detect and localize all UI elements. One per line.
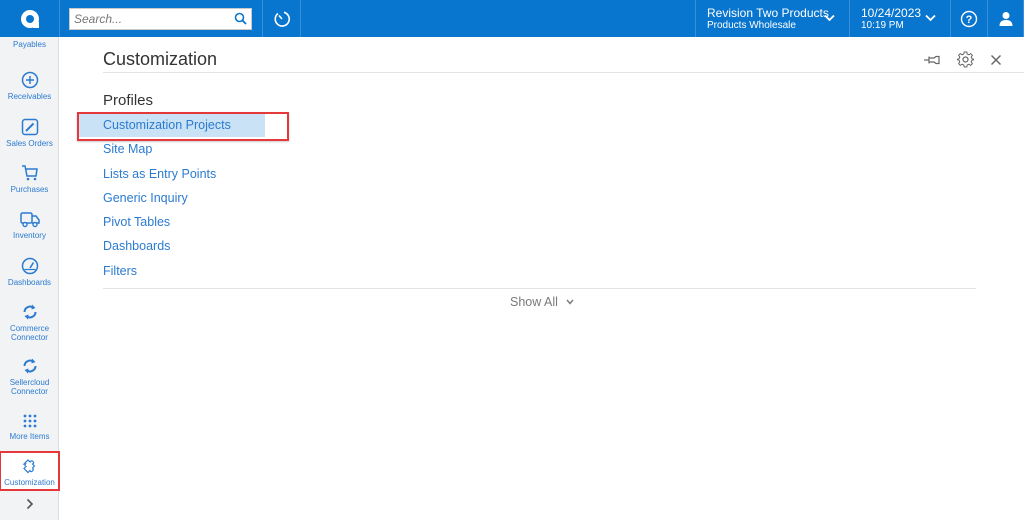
- sidebar-item-label: Connector: [11, 333, 48, 342]
- sidebar-item-label: Payables: [13, 40, 46, 49]
- sidebar-item-label: Sales Orders: [6, 139, 53, 148]
- help-button[interactable]: ?: [951, 0, 988, 37]
- sidebar-item-label: More Items: [9, 432, 50, 441]
- search-box: [69, 7, 252, 30]
- sidebar-item-sales-orders[interactable]: Sales Orders: [0, 118, 59, 148]
- chevron-down-icon: [566, 299, 574, 305]
- history-icon: [273, 11, 290, 27]
- sidebar-item-dashboards[interactable]: Dashboards: [0, 257, 59, 287]
- sidebar-item-label: Connector: [11, 387, 48, 396]
- search-icon[interactable]: [234, 12, 247, 25]
- title-divider: [103, 72, 1024, 73]
- search-area: [60, 0, 263, 37]
- sidebar-item-more-items[interactable]: More Items: [0, 413, 59, 441]
- sidebar-item-receivables[interactable]: Receivables: [0, 71, 59, 101]
- show-all-label: Show All: [510, 295, 558, 309]
- user-icon: [999, 11, 1012, 26]
- chevron-down-icon: [925, 14, 936, 22]
- link-filters[interactable]: Filters: [103, 259, 265, 283]
- tenant-selector[interactable]: Revision Two Products Products Wholesale: [695, 0, 850, 37]
- pin-icon[interactable]: [923, 54, 941, 66]
- sync-icon: [23, 304, 36, 320]
- svg-text:?: ?: [966, 14, 973, 26]
- sync-icon: [23, 358, 36, 374]
- sidebar: Payables Receivables Sales Orders Purcha…: [0, 37, 60, 520]
- sidebar-item-payables[interactable]: Payables: [0, 40, 59, 49]
- sidebar-item-purchases[interactable]: Purchases: [0, 164, 59, 194]
- sidebar-item-sellercloud-connector[interactable]: Sellercloud Connector: [0, 357, 59, 396]
- main-content: Customization Profiles Customization Pro…: [60, 37, 1024, 520]
- sidebar-item-label: Customization: [4, 478, 55, 487]
- edit-icon: [21, 118, 38, 136]
- sidebar-item-customization[interactable]: Customization: [0, 451, 60, 491]
- user-menu-button[interactable]: [988, 0, 1024, 37]
- truck-icon: [19, 212, 40, 228]
- sidebar-item-inventory[interactable]: Inventory: [0, 210, 59, 240]
- sidebar-item-label: Dashboards: [7, 278, 52, 287]
- top-bar: Revision Two Products Products Wholesale…: [0, 0, 1024, 37]
- gear-icon[interactable]: [957, 51, 974, 68]
- cart-icon: [21, 165, 38, 181]
- link-lists-as-entry-points[interactable]: Lists as Entry Points: [103, 162, 265, 186]
- header-tools: [923, 51, 1002, 68]
- plus-circle-icon: [21, 71, 38, 89]
- sidebar-item-label: Inventory: [13, 231, 46, 240]
- branch-name: Products Wholesale: [707, 19, 796, 31]
- sidebar-item-label: Commerce: [9, 324, 50, 333]
- list-divider: [103, 288, 976, 289]
- grid-icon: [23, 414, 36, 428]
- section-title-profiles: Profiles: [103, 92, 154, 109]
- business-date: 10/24/2023: [861, 5, 922, 20]
- page-title: Customization: [103, 49, 218, 69]
- help-icon: ?: [960, 10, 978, 27]
- close-icon[interactable]: [990, 54, 1002, 66]
- business-time: 10:19 PM: [861, 19, 904, 31]
- acumatica-logo-icon: [20, 9, 39, 28]
- sidebar-item-label: Sellercloud: [9, 378, 50, 387]
- logo-button[interactable]: [0, 0, 60, 37]
- link-dashboards[interactable]: Dashboards: [103, 234, 265, 258]
- business-date-selector[interactable]: 10/24/2023 10:19 PM: [850, 0, 951, 37]
- gauge-icon: [21, 257, 38, 275]
- chevron-right-icon: [26, 498, 33, 510]
- history-button[interactable]: [263, 0, 301, 37]
- sidebar-item-label: Purchases: [10, 185, 49, 194]
- sidebar-item-commerce-connector[interactable]: Commerce Connector: [0, 303, 59, 342]
- puzzle-icon: [22, 459, 35, 474]
- link-pivot-tables[interactable]: Pivot Tables: [103, 210, 265, 234]
- sidebar-expand-button[interactable]: [0, 497, 59, 513]
- link-customization-projects[interactable]: Customization Projects: [77, 111, 289, 142]
- sidebar-item-label: Receivables: [7, 92, 52, 101]
- profiles-link-list: Customization Projects Site Map Lists as…: [77, 111, 289, 283]
- show-all-button[interactable]: Show All: [510, 295, 574, 309]
- chevron-down-icon: [824, 14, 835, 22]
- tenant-name: Revision Two Products: [707, 5, 829, 20]
- link-generic-inquiry[interactable]: Generic Inquiry: [103, 186, 265, 210]
- search-input[interactable]: [74, 11, 234, 26]
